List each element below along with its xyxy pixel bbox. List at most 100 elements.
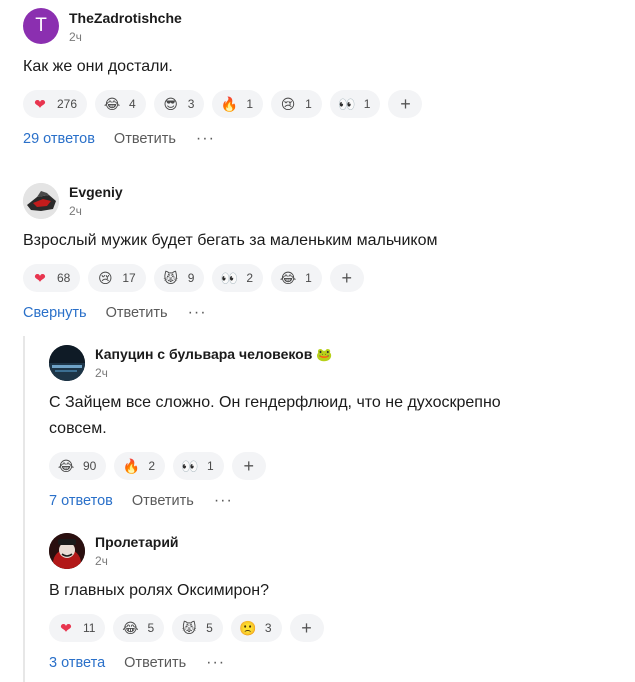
more-options-icon[interactable]: ··· <box>214 492 233 510</box>
comment-time: 2ч <box>69 204 82 218</box>
reaction-sad[interactable]: 😢 1 <box>271 90 322 118</box>
eyes-emoji-icon: 👀 <box>220 270 239 286</box>
slight-frown-emoji-icon: 🙁 <box>239 620 257 636</box>
comment-actions: 7 ответов Ответить ··· <box>49 491 233 511</box>
angry-pikachu-icon: 😾 <box>181 620 197 636</box>
reaction-angry-pikachu[interactable]: 😾 9 <box>153 264 205 292</box>
reaction-count: 90 <box>83 459 97 473</box>
replies-link[interactable]: 29 ответов <box>23 131 95 147</box>
reaction-eyes[interactable]: 👀 1 <box>173 452 224 480</box>
comment: T TheZadrotishche 2ч Как же они достали.… <box>23 0 623 160</box>
portrait-avatar-image <box>49 533 85 569</box>
reaction-count: 1 <box>305 97 312 111</box>
reaction-heart[interactable]: ❤ 11 <box>49 614 106 642</box>
comment-author[interactable]: Пролетарий <box>95 534 179 550</box>
fire-emoji-icon: 🔥 <box>122 458 141 474</box>
plus-icon: + <box>243 455 254 476</box>
reaction-count: 1 <box>246 97 254 111</box>
reaction-heart[interactable]: ❤ 68 <box>23 264 81 292</box>
replies-link[interactable]: 7 ответов <box>49 493 113 509</box>
reaction-count: 1 <box>305 271 312 285</box>
frog-emoji-icon: 🐸 <box>316 347 333 362</box>
reaction-bar: 😂 90 🔥 2 👀 1 + <box>49 452 266 480</box>
reaction-count: 276 <box>57 97 78 111</box>
reaction-fire[interactable]: 🔥 2 <box>114 452 166 480</box>
reaction-count: 2 <box>148 459 156 473</box>
more-options-icon[interactable]: ··· <box>206 654 225 672</box>
reaction-fire[interactable]: 🔥 1 <box>212 90 264 118</box>
reply-comment: Капуцин с бульвара человеков 🐸 2ч С Зайц… <box>49 336 619 516</box>
reply-comment: Пролетарий 2ч В главных ролях Оксимирон?… <box>49 524 619 682</box>
add-reaction-button[interactable]: + <box>329 264 364 292</box>
sunglasses-emoji-icon: 😎 <box>163 96 179 112</box>
reaction-laughing[interactable]: 😂 4 <box>95 90 146 118</box>
plus-icon: + <box>400 93 411 114</box>
plus-icon: + <box>301 617 312 638</box>
reaction-laughing[interactable]: 😂 5 <box>113 614 165 642</box>
thread-line <box>23 336 25 682</box>
reaction-count: 11 <box>83 621 96 635</box>
reply-button[interactable]: Ответить <box>124 655 186 671</box>
reaction-count: 5 <box>206 621 213 635</box>
comment-text-line-2: совсем. <box>49 420 107 437</box>
comment-actions: Свернуть Ответить ··· <box>23 303 207 323</box>
laughing-tears-emoji-icon: 😂 <box>103 96 121 112</box>
reaction-count: 1 <box>207 459 214 473</box>
reaction-slight-frown[interactable]: 🙁 3 <box>230 614 282 642</box>
avatar-letter: T <box>35 15 47 36</box>
reaction-count: 9 <box>187 271 195 285</box>
fire-emoji-icon: 🔥 <box>220 96 239 112</box>
add-reaction-button[interactable]: + <box>388 90 423 118</box>
reaction-count: 68 <box>57 271 71 285</box>
laughing-tears-emoji-icon: 😂 <box>122 620 139 636</box>
reaction-bar: ❤ 276 😂 4 😎 3 🔥 1 😢 1 👀 1 + <box>23 90 423 118</box>
comment-author[interactable]: TheZadrotishche <box>69 10 182 26</box>
reply-button[interactable]: Ответить <box>106 305 168 321</box>
sad-emoji-icon: 😢 <box>280 96 296 112</box>
laughing-tears-emoji-icon: 😂 <box>279 270 297 286</box>
comment-text: Взрослый мужик будет бегать за маленьким… <box>23 232 438 249</box>
reaction-bar: ❤ 11 😂 5 😾 5 🙁 3 + <box>49 614 324 642</box>
author-name: Капуцин с бульвара человеков <box>95 346 313 362</box>
reaction-angry-pikachu[interactable]: 😾 5 <box>172 614 223 642</box>
comment-actions: 3 ответа Ответить ··· <box>49 653 225 673</box>
reply-button[interactable]: Ответить <box>114 131 176 147</box>
reaction-heart[interactable]: ❤ 276 <box>23 90 88 118</box>
collapse-link[interactable]: Свернуть <box>23 305 87 321</box>
heart-icon: ❤ <box>60 620 72 636</box>
reaction-sad[interactable]: 😢 17 <box>88 264 146 292</box>
reaction-count: 2 <box>246 271 254 285</box>
reply-button[interactable]: Ответить <box>132 493 194 509</box>
avatar[interactable] <box>49 345 85 381</box>
more-options-icon[interactable]: ··· <box>196 130 215 148</box>
comment-author[interactable]: Evgeniy <box>69 184 123 200</box>
heart-icon: ❤ <box>34 270 46 286</box>
reaction-laughing[interactable]: 😂 1 <box>271 264 322 292</box>
comment-time: 2ч <box>95 366 108 380</box>
heart-icon: ❤ <box>34 96 46 112</box>
more-options-icon[interactable]: ··· <box>188 304 207 322</box>
comment-author[interactable]: Капуцин с бульвара человеков 🐸 <box>95 346 332 363</box>
avatar[interactable]: T <box>23 8 59 44</box>
reaction-count: 17 <box>122 271 136 285</box>
robot-avatar-image <box>23 183 59 219</box>
avatar[interactable] <box>23 183 59 219</box>
reaction-eyes[interactable]: 👀 2 <box>212 264 264 292</box>
reaction-sunglasses[interactable]: 😎 3 <box>153 90 205 118</box>
comment: Evgeniy 2ч Взрослый мужик будет бегать з… <box>23 174 623 334</box>
comment-text: В главных ролях Оксимирон? <box>49 582 270 599</box>
comment-text: Как же они достали. <box>23 58 173 75</box>
comment-time: 2ч <box>95 554 108 568</box>
plus-icon: + <box>341 267 353 288</box>
add-reaction-button[interactable]: + <box>289 614 324 642</box>
reaction-eyes[interactable]: 👀 1 <box>329 90 381 118</box>
avatar[interactable] <box>49 533 85 569</box>
reaction-laughing[interactable]: 😂 90 <box>49 452 107 480</box>
add-reaction-button[interactable]: + <box>231 452 266 480</box>
reaction-count: 4 <box>129 97 136 111</box>
comment-time: 2ч <box>69 30 82 44</box>
replies-link[interactable]: 3 ответа <box>49 655 105 671</box>
angry-pikachu-icon: 😾 <box>163 270 179 286</box>
eyes-emoji-icon: 👀 <box>181 458 199 474</box>
reaction-count: 3 <box>264 621 272 635</box>
